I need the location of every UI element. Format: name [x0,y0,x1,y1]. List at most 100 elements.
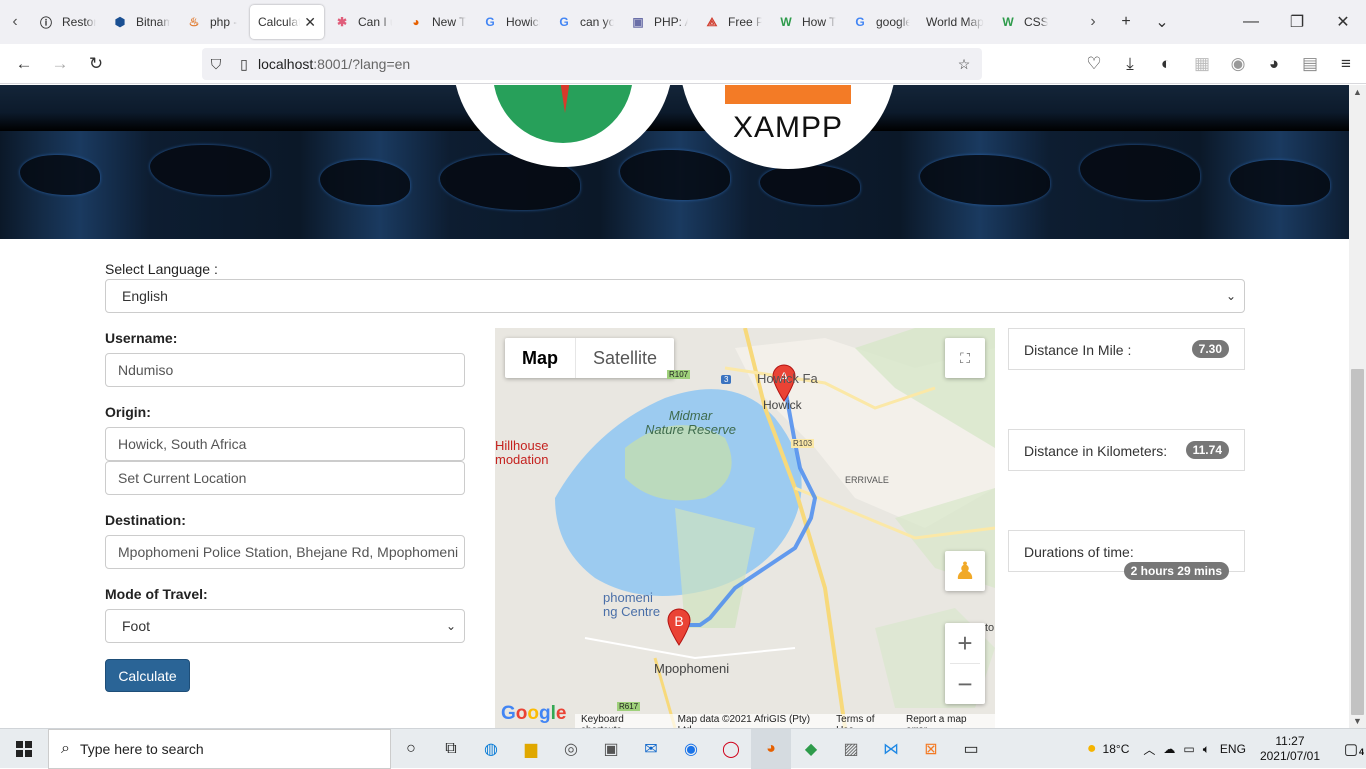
map-label-mpophomeni: Mpophomeni [654,661,730,676]
tab[interactable]: ⓘ Restore Session [30,5,104,39]
weather-temperature[interactable]: 18°C [1103,742,1130,756]
media-player-icon[interactable]: ◎ [551,729,591,769]
tab-active[interactable]: Calculate✕ [250,5,324,39]
new-tab-button[interactable]: + [1108,0,1144,44]
file-explorer-icon[interactable]: ▆ [511,729,551,769]
terms-of-use-link[interactable]: Terms of Use [836,714,894,728]
asterisk-icon: ✱ [336,15,348,29]
extension-icon[interactable]: ▦ [1184,48,1220,80]
google-map[interactable]: Map Satellite ⛶ ♟ + − A B Howick Fa Howi… [495,328,995,728]
info-icon: ⓘ [39,15,52,30]
show-hidden-icons-chevron-icon[interactable]: ︿ [1143,741,1155,758]
minimize-button[interactable]: — [1228,0,1274,44]
address-bar[interactable]: ⛉ ▯ localhost:8001/?lang=en ☆ [202,48,982,80]
opera-icon[interactable]: ◯ [711,729,751,769]
tab[interactable]: ◕ New Tab [400,5,474,39]
weather-sun-icon[interactable]: ● [1087,740,1097,758]
tab[interactable]: ✱ Can I use [326,5,400,39]
tab[interactable]: ⟁ Free P [696,5,770,39]
tab[interactable]: World Map [918,5,992,39]
shield-icon[interactable]: ⛉ [202,56,230,73]
scroll-tabs-right-button[interactable]: › [1078,0,1108,44]
google-icon: G [485,15,495,29]
set-current-location-label: Set Current Location [118,470,247,486]
scroll-up-arrow[interactable]: ▲ [1349,87,1366,97]
fullscreen-button[interactable]: ⛶ [945,338,985,378]
map-label-howick-falls: Howick Fa [757,371,818,386]
destination-input[interactable]: Mpophomeni Police Station, Bhejane Rd, M… [105,535,465,569]
mode-of-travel-select[interactable]: Foot ⌄ [105,609,465,643]
tab[interactable]: W How T [770,5,844,39]
url-text[interactable]: localhost:8001/?lang=en [258,56,410,72]
xampp-icon[interactable]: ⊠ [911,729,951,769]
dark-reader-icon[interactable]: ◐ [1148,48,1184,80]
scrollbar-thumb[interactable] [1351,369,1364,715]
onedrive-cloud-icon[interactable]: ☁ [1163,742,1175,756]
input-language-indicator[interactable]: ENG [1220,742,1246,756]
fullscreen-icon: ⛶ [960,349,970,366]
map-label-r107: R107 [667,370,691,379]
tab[interactable]: ♨ php - [178,5,248,39]
downloads-icon[interactable]: ⤓ [1112,48,1148,80]
map-type-satellite-button[interactable]: Satellite [576,338,674,378]
set-current-location-button[interactable]: Set Current Location [105,461,465,495]
username-input[interactable]: Ndumiso [105,353,465,387]
forward-button[interactable]: → [42,48,78,80]
taskbar-search-box[interactable]: ⌕ Type here to search [48,728,391,769]
street-view-pegman[interactable]: ♟ [945,551,985,591]
menu-icon[interactable]: ≡ [1328,48,1364,80]
pocket-icon[interactable]: ♡ [1076,48,1112,80]
edge-icon[interactable]: ◍ [471,729,511,769]
list-all-tabs-button[interactable]: ⌄ [1144,0,1180,44]
notification-center-button[interactable]: ▢ 4 [1336,729,1366,769]
chrome-icon[interactable]: ◉ [671,729,711,769]
mail-icon[interactable]: ✉ [631,729,671,769]
scroll-tabs-left-button[interactable]: ‹ [0,0,30,44]
ghostery-icon[interactable]: ◉ [1220,48,1256,80]
containers-icon[interactable]: ◕ [1256,48,1292,80]
bookmark-star-icon[interactable]: ☆ [950,56,978,73]
cortana-icon[interactable]: ○ [391,729,431,769]
reload-button[interactable]: ↻ [78,48,114,80]
tab[interactable]: W CSS [992,5,1056,39]
tab[interactable]: ⬢ Bitnami [104,5,178,39]
tab[interactable]: Ggoogle [844,5,918,39]
restore-button[interactable]: ❐ [1274,0,1320,44]
start-button[interactable] [0,729,48,769]
origin-value: Howick, South Africa [118,436,247,452]
clock[interactable]: 11:27 2021/07/01 [1260,734,1320,764]
report-map-error-link[interactable]: Report a map error [906,714,989,728]
vscode-icon[interactable]: ⋈ [871,729,911,769]
tab-label: Bitnami [136,15,170,29]
map-label-r617: R617 [617,702,641,711]
tab[interactable]: G Howick [474,5,548,39]
tab[interactable]: ▣ PHP: A [622,5,696,39]
zoom-in-button[interactable]: + [957,623,972,663]
page-icon[interactable]: ▯ [230,56,258,73]
extension-grid-icon[interactable]: ▤ [1292,48,1328,80]
calculate-button[interactable]: Calculate [105,659,190,692]
volume-icon[interactable]: 🔈︎ [1203,742,1210,757]
back-button[interactable]: ← [6,48,42,80]
keyboard-shortcuts-link[interactable]: Keyboard shortcuts [581,714,666,728]
photos-icon[interactable]: ▨ [831,729,871,769]
page-scrollbar[interactable]: ▲ ▼ [1349,85,1366,728]
language-select[interactable]: English ⌄ [105,279,1245,313]
terminal-icon[interactable]: ▭ [951,729,991,769]
origin-input[interactable]: Howick, South Africa [105,427,465,461]
close-window-button[interactable]: ✕ [1320,0,1366,44]
network-icon[interactable]: ▭ [1183,742,1194,756]
map-type-map-button[interactable]: Map [505,338,576,378]
firefox-icon[interactable]: ◕ [751,728,791,769]
nav-bar: ← → ↻ ⛉ ▯ localhost:8001/?lang=en ☆ ♡ ⤓ … [0,44,1366,84]
google-logo[interactable]: Google [501,703,566,725]
tab-label: google [876,15,910,29]
scroll-down-arrow[interactable]: ▼ [1349,716,1366,726]
tab[interactable]: Gcan you [548,5,622,39]
store-icon[interactable]: ▣ [591,729,631,769]
distance-km-panel: Distance in Kilometers: 11.74 [1008,429,1245,471]
close-tab-icon[interactable]: ✕ [304,14,316,31]
zoom-out-button[interactable]: − [957,664,972,704]
task-view-icon[interactable]: ⧉ [431,729,471,769]
git-icon[interactable]: ◆ [791,729,831,769]
